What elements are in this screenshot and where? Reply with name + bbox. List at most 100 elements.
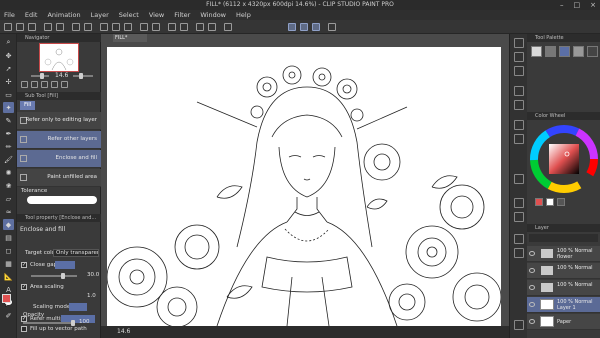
transparent-color-indicator[interactable] (557, 198, 565, 206)
scaling-mode-select[interactable] (69, 303, 87, 311)
menu-view[interactable]: View (149, 11, 164, 19)
redo-icon[interactable] (56, 23, 64, 31)
menu-animation[interactable]: Animation (47, 11, 80, 19)
panel-icon-5[interactable] (514, 100, 524, 110)
ruler-tool-icon[interactable]: 📐 (3, 271, 14, 282)
target-color-select[interactable]: Only transparent (53, 249, 99, 257)
menu-select[interactable]: Select (119, 11, 139, 19)
navigator-zoom[interactable]: 14.6 (55, 72, 68, 79)
subtool-item-unfilled[interactable]: Paint unfilled area (17, 169, 101, 187)
decoration-icon[interactable]: ❀ (3, 180, 14, 191)
subtool-item-refer-other[interactable]: Refer other layers (17, 131, 101, 149)
layer-row[interactable]: 100 % Normal flower (527, 246, 600, 262)
show-border-icon[interactable] (168, 23, 176, 31)
auto-select-icon[interactable]: ✦ (3, 102, 14, 113)
menu-window[interactable]: Window (200, 11, 226, 19)
sub-color-indicator[interactable] (546, 198, 554, 206)
settings-icon[interactable] (328, 23, 336, 31)
fill-selection-icon[interactable] (140, 23, 148, 31)
frame-tool-icon[interactable]: ▦ (3, 258, 14, 269)
panel-icon-9[interactable] (514, 198, 524, 208)
gradient-tool-icon[interactable]: ▤ (3, 232, 14, 243)
menu-file[interactable]: File (4, 11, 15, 19)
fill-vector-checkbox[interactable] (21, 326, 27, 332)
panel-icon-4[interactable] (514, 86, 524, 96)
close-gap-value[interactable]: 30.0 (87, 272, 99, 278)
reference-icon[interactable] (312, 23, 320, 31)
draft-layer-icon[interactable] (300, 23, 308, 31)
close-gap-checkbox[interactable]: ✓ (21, 262, 27, 268)
panel-icon-6[interactable] (514, 120, 524, 130)
menu-help[interactable]: Help (236, 11, 251, 19)
close-icon[interactable]: × (590, 1, 596, 9)
palette-slot-4[interactable] (573, 46, 584, 57)
eye-icon[interactable] (529, 302, 535, 307)
opacity-value[interactable]: 100 (79, 319, 90, 325)
zoom-slider-right[interactable] (73, 73, 93, 79)
eye-icon[interactable] (529, 268, 535, 273)
panel-icon-7[interactable] (514, 134, 524, 144)
menu-layer[interactable]: Layer (91, 11, 109, 19)
zoom-slider-left[interactable] (31, 73, 49, 79)
main-color-indicator[interactable] (535, 198, 543, 206)
figure-tool-icon[interactable]: ◻ (3, 245, 14, 256)
transform-icon[interactable] (84, 23, 92, 31)
snap-grid-icon[interactable] (224, 23, 232, 31)
canvas-paper[interactable] (107, 47, 501, 326)
eyedropper-icon[interactable]: ✎ (3, 115, 14, 126)
layer-row[interactable]: 100 % Normal (527, 280, 600, 296)
panel-icon-1[interactable] (514, 38, 524, 48)
clear-icon[interactable] (72, 23, 80, 31)
blend-tool-icon[interactable]: ≈ (3, 206, 14, 217)
correct-line-icon[interactable]: ✐ (3, 310, 14, 321)
area-scaling-value[interactable]: 1.0 (87, 293, 96, 299)
zoom-tool-icon[interactable]: ⌕ (3, 37, 14, 48)
move-tool-icon[interactable]: ✥ (3, 50, 14, 61)
zoom-out-icon[interactable] (21, 81, 28, 88)
maximize-icon[interactable]: □ (574, 1, 581, 9)
snap-special-icon[interactable] (208, 23, 216, 31)
panel-icon-3[interactable] (514, 66, 524, 76)
undo-icon[interactable] (44, 23, 52, 31)
brush-tool-icon[interactable]: 🖌 (3, 154, 14, 165)
close-gap-presets[interactable] (55, 261, 75, 269)
open-icon[interactable] (16, 23, 24, 31)
palette-slot-2[interactable] (545, 46, 556, 57)
ruler-icon[interactable] (180, 23, 188, 31)
deselect-icon[interactable] (100, 23, 108, 31)
panel-icon-13[interactable] (514, 320, 524, 330)
navigator-thumbnail[interactable] (39, 43, 79, 72)
tab-fill[interactable]: Fill (20, 101, 36, 110)
menu-edit[interactable]: Edit (25, 11, 38, 19)
flip-icon[interactable] (61, 81, 68, 88)
document-tab[interactable]: FILL* (113, 34, 147, 42)
pen-tool-icon[interactable]: ✒ (3, 128, 14, 139)
layer-move-icon[interactable]: ✢ (3, 76, 14, 87)
operation-tool-icon[interactable]: ➚ (3, 63, 14, 74)
panel-icon-10[interactable] (514, 212, 524, 222)
panel-icon-2[interactable] (514, 52, 524, 62)
panel-icon-8[interactable] (514, 174, 524, 184)
palette-slot-5[interactable] (587, 46, 598, 57)
layer-row-selected[interactable]: 100 % Normal Layer 1 (527, 297, 600, 313)
minimize-icon[interactable]: – (560, 1, 564, 9)
crop-icon[interactable] (124, 23, 132, 31)
pencil-tool-icon[interactable]: ✏ (3, 141, 14, 152)
palette-slot-3[interactable] (559, 46, 570, 57)
snap-ruler-icon[interactable] (196, 23, 204, 31)
main-color-swatch[interactable] (2, 294, 11, 303)
eraser-tool-icon[interactable]: ▱ (3, 193, 14, 204)
airbrush-icon[interactable]: ✺ (3, 167, 14, 178)
palette-slot-1[interactable] (531, 46, 542, 57)
new-icon[interactable] (4, 23, 12, 31)
subtool-item-refer-editing[interactable]: Refer only to editing layer (17, 112, 101, 130)
close-gap-slider[interactable] (31, 273, 77, 279)
area-scaling-checkbox[interactable]: ✓ (21, 284, 27, 290)
eye-icon[interactable] (529, 319, 535, 324)
canvas-zoom[interactable]: 14.6 (117, 328, 130, 335)
save-icon[interactable] (28, 23, 36, 31)
fit-icon[interactable] (41, 81, 48, 88)
eye-icon[interactable] (529, 251, 535, 256)
selection-tool-icon[interactable]: ▭ (3, 89, 14, 100)
layer-row[interactable]: 100 % Normal (527, 263, 600, 279)
